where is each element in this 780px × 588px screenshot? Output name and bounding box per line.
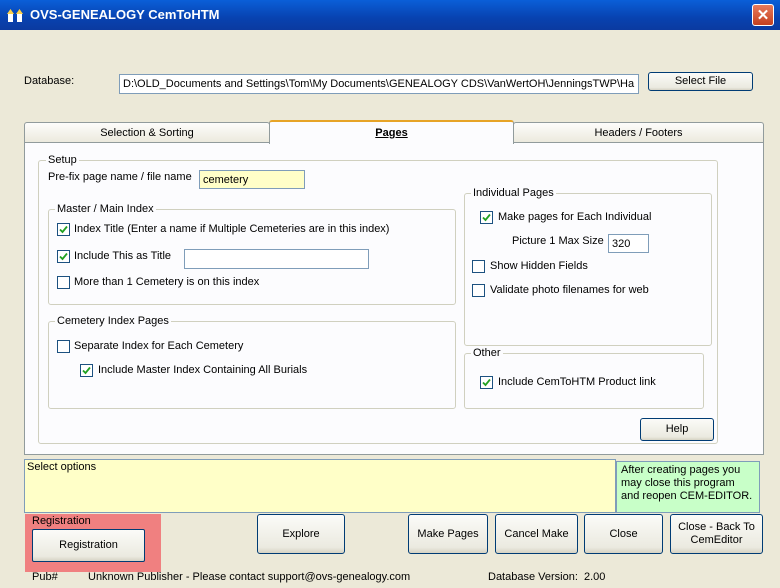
include-title-input[interactable] (184, 249, 369, 269)
more-than-one-checkbox[interactable] (57, 276, 70, 289)
picture-size-label: Picture 1 Max Size (512, 235, 604, 247)
validate-photo-label: Validate photo filenames for web (490, 284, 649, 296)
separate-index-label: Separate Index for Each Cemetery (74, 340, 244, 352)
close-back-button[interactable]: Close - Back To CemEditor (670, 514, 763, 554)
close-icon[interactable]: ✕ (752, 4, 774, 26)
tab-pages[interactable]: Pages (269, 120, 514, 144)
index-title-checkbox[interactable] (57, 223, 70, 236)
pub-label: Pub# (32, 571, 58, 583)
select-file-button[interactable]: Select File (648, 72, 753, 91)
status-box (24, 459, 616, 513)
db-version-label: Database Version: (488, 571, 578, 583)
include-master-checkbox[interactable] (80, 364, 93, 377)
make-pages-label: Make pages for Each Individual (498, 211, 652, 223)
publisher-text: Unknown Publisher - Please contact suppo… (88, 571, 411, 583)
include-master-label: Include Master Index Containing All Buri… (98, 364, 308, 376)
check-icon (482, 213, 491, 222)
product-link-label: Include CemToHTM Product link (498, 376, 656, 388)
check-icon (59, 252, 68, 261)
show-hidden-label: Show Hidden Fields (490, 260, 588, 272)
check-icon (82, 366, 91, 375)
db-version-value: 2.00 (584, 571, 606, 583)
help-button[interactable]: Help (640, 418, 714, 441)
app-icon (6, 6, 24, 24)
validate-photo-checkbox[interactable] (472, 284, 485, 297)
include-title-label: Include This as Title (74, 250, 172, 262)
registration-group-label: Registration (32, 515, 91, 527)
master-index-group-label: Master / Main Index (55, 203, 156, 215)
more-than-one-label: More than 1 Cemetery is on this index (74, 276, 260, 288)
registration-button[interactable]: Registration (32, 529, 145, 562)
tab-headers-footers[interactable]: Headers / Footers (513, 122, 764, 143)
index-title-label: Index Title (Enter a name if Multiple Ce… (74, 223, 390, 235)
make-pages-button[interactable]: Make Pages (408, 514, 488, 554)
prefix-label: Pre-fix page name / file name (48, 171, 192, 183)
setup-group-label: Setup (46, 154, 79, 166)
title-bar: OVS-GENEALOGY CemToHTM ✕ (0, 0, 780, 30)
close-button[interactable]: Close (584, 514, 663, 554)
status-text: Select options (27, 461, 97, 473)
tab-selection-sorting[interactable]: Selection & Sorting (24, 122, 270, 143)
cancel-make-button[interactable]: Cancel Make (495, 514, 578, 554)
separate-index-checkbox[interactable] (57, 340, 70, 353)
check-icon (59, 225, 68, 234)
window-title: OVS-GENEALOGY CemToHTM (30, 7, 220, 22)
other-group-label: Other (471, 347, 503, 359)
database-path-field[interactable]: D:\OLD_Documents and Settings\Tom\My Doc… (119, 74, 639, 94)
show-hidden-checkbox[interactable] (472, 260, 485, 273)
prefix-input[interactable]: cemetery (199, 170, 305, 189)
hint-box: After creating pages you may close this … (616, 461, 760, 513)
product-link-checkbox[interactable] (480, 376, 493, 389)
cemetery-index-group-label: Cemetery Index Pages (55, 315, 171, 327)
include-title-checkbox[interactable] (57, 250, 70, 263)
database-label: Database: (24, 75, 75, 87)
check-icon (482, 378, 491, 387)
individual-pages-group-label: Individual Pages (471, 187, 556, 199)
explore-button[interactable]: Explore (257, 514, 345, 554)
picture-size-input[interactable]: 320 (608, 234, 649, 253)
make-pages-checkbox[interactable] (480, 211, 493, 224)
